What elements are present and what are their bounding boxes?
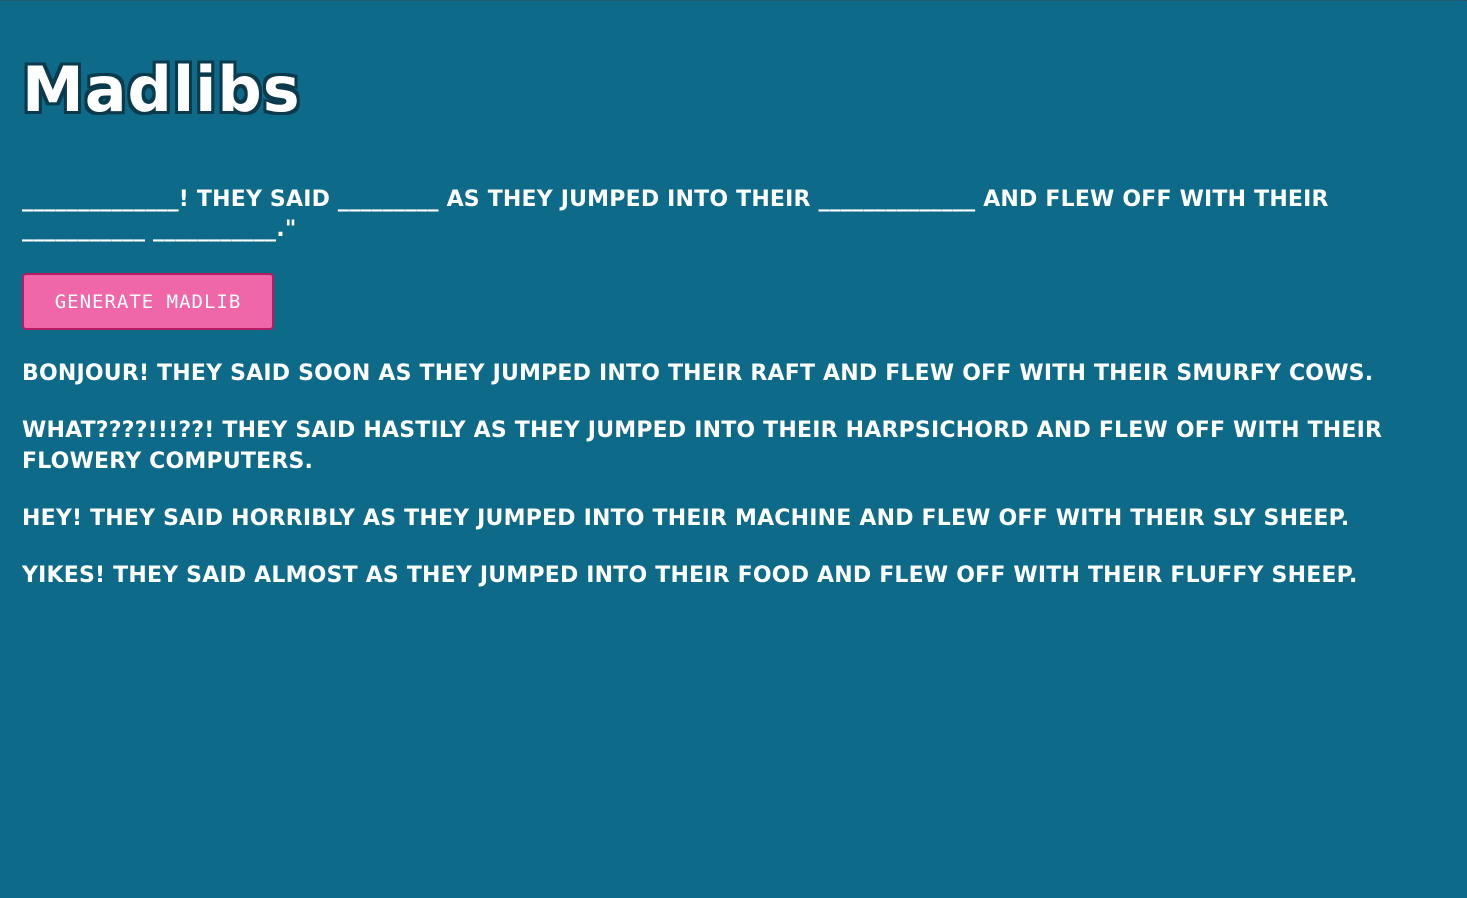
generate-madlib-button[interactable]: GENERATE MADLIB — [22, 273, 274, 330]
madlib-template: ______________! They said _________ as t… — [22, 187, 1329, 242]
page-title: Madlibs — [22, 53, 301, 126]
madlib-result: Bonjour! They said soon as they jumped i… — [22, 361, 1374, 386]
madlib-results-list: Bonjour! They said soon as they jumped i… — [22, 358, 1422, 617]
madlib-result: Hey! They said horribly as they jumped i… — [22, 506, 1350, 531]
madlib-result: Yikes! They said almost as they jumped i… — [22, 563, 1358, 588]
madlib-result: What????!!!??! They said hastily as they… — [22, 418, 1383, 474]
